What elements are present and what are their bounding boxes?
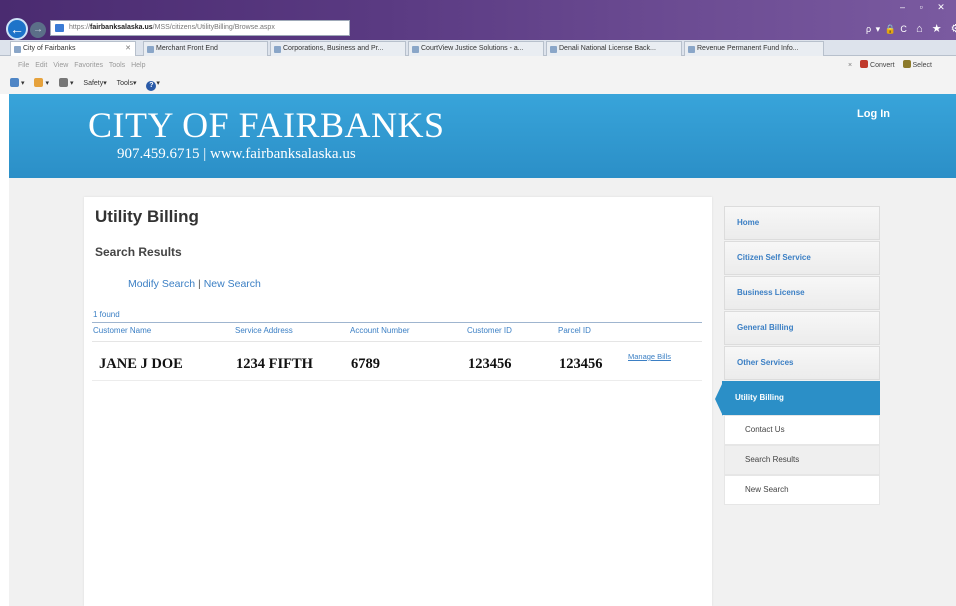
tab-courtview[interactable]: CourtView Justice Solutions - a... (408, 41, 544, 56)
column-header-customer-id[interactable]: Customer ID (467, 326, 512, 335)
tab-merchant-front-end[interactable]: Merchant Front End (143, 41, 268, 56)
cell-account-number: 6789 (351, 356, 380, 372)
select-icon (902, 60, 911, 68)
dropdown-icon[interactable]: ▾ (103, 80, 107, 87)
lock-icon (55, 24, 64, 32)
dropdown-icon[interactable]: ▾ (45, 80, 49, 87)
close-toolbar-icon[interactable]: × (848, 62, 852, 69)
column-header-account-number[interactable]: Account Number (350, 326, 410, 335)
select-button[interactable]: Select (913, 62, 932, 69)
sidebar-item-general-billing[interactable]: General Billing (724, 311, 880, 345)
tools-menu[interactable]: Tools (117, 80, 133, 87)
favicon-icon (147, 46, 154, 53)
cell-customer-name: JANE J DOE (99, 356, 183, 372)
page-title: Utility Billing (95, 207, 199, 226)
toolbar-right: × Convert Select (848, 57, 932, 75)
link-separator: | (195, 278, 204, 290)
tab-strip: City of Fairbanks ✕ Merchant Front End C… (0, 40, 956, 56)
sidebar-item-business-license[interactable]: Business License (724, 276, 880, 310)
print-icon[interactable] (58, 78, 68, 87)
table-header-rule (92, 322, 702, 323)
section-title: Search Results (95, 245, 182, 259)
forward-arrow-icon: → (33, 24, 43, 35)
sidebar-subitem-new-search[interactable]: New Search (724, 475, 880, 505)
back-arrow-icon: ← (10, 21, 24, 37)
tab-label: CourtView Justice Solutions - a... (421, 45, 524, 52)
address-path: /MSS/citizens/UtilityBilling/Browse.aspx (152, 24, 275, 31)
site-contact: 907.459.6715 | www.fairbanksalaska.us (117, 146, 356, 162)
page-left-edge (0, 94, 9, 606)
tab-label: Denali National License Back... (559, 45, 656, 52)
sidebar-item-home[interactable]: Home (724, 206, 880, 240)
back-button[interactable]: ← (6, 18, 28, 40)
menu-bar[interactable]: File Edit View Favorites Tools Help (0, 57, 956, 75)
sidebar-subitem-search-results[interactable]: Search Results (724, 445, 880, 475)
address-bar[interactable]: https://fairbanksalaska.us/MSS/citizens/… (50, 20, 350, 36)
address-host: fairbanksalaska.us (90, 24, 153, 31)
site-title[interactable]: CITY OF FAIRBANKS (88, 104, 445, 146)
tab-label: Revenue Permanent Fund Info... (697, 45, 799, 52)
column-header-parcel-id[interactable]: Parcel ID (558, 326, 591, 335)
home-page-icon[interactable] (10, 78, 19, 87)
favicon-icon (14, 46, 21, 53)
favicon-icon (550, 46, 557, 53)
command-bar: ▾ ▾ ▾ Safety▾ Tools▾ ? ▾ (0, 75, 956, 93)
manage-bills-link[interactable]: Manage Bills (628, 352, 671, 361)
cell-service-address: 1234 FIFTH (236, 356, 313, 372)
feeds-icon[interactable] (34, 78, 44, 87)
modify-search-link[interactable]: Modify Search (128, 278, 195, 290)
favicon-icon (412, 46, 419, 53)
new-search-link[interactable]: New Search (204, 278, 261, 290)
login-link[interactable]: Log In (857, 108, 890, 120)
page-body: CITY OF FAIRBANKS 907.459.6715 | www.fai… (0, 94, 956, 606)
tab-label: City of Fairbanks (23, 45, 76, 52)
address-scheme: https:// (69, 24, 91, 31)
browser-chrome: ← → https://fairbanksalaska.us/MSS/citiz… (0, 0, 956, 96)
site-header: CITY OF FAIRBANKS 907.459.6715 | www.fai… (9, 94, 956, 178)
dropdown-icon[interactable]: ▾ (70, 80, 74, 87)
convert-icon (860, 60, 869, 68)
forward-button[interactable]: → (30, 22, 46, 38)
convert-button[interactable]: Convert (870, 62, 895, 69)
browser-titlebar: ← → https://fairbanksalaska.us/MSS/citiz… (0, 0, 956, 40)
favicon-icon (274, 46, 281, 53)
search-links: Modify Search | New Search (128, 278, 261, 290)
sidebar-item-citizen-self-service[interactable]: Citizen Self Service (724, 241, 880, 275)
dropdown-icon[interactable]: ▾ (133, 80, 137, 87)
tab-revenue-permanent-fund[interactable]: Revenue Permanent Fund Info... (684, 41, 824, 56)
sidebar-item-other-services[interactable]: Other Services (724, 346, 880, 380)
tab-close-icon[interactable]: ✕ (125, 42, 131, 55)
cell-parcel-id: 123456 (559, 356, 603, 372)
dropdown-icon[interactable]: ▾ (156, 80, 160, 87)
safety-menu[interactable]: Safety (83, 80, 103, 87)
favicon-icon (688, 46, 695, 53)
tab-corporations[interactable]: Corporations, Business and Pr... (270, 41, 406, 56)
help-icon[interactable]: ? (146, 81, 157, 91)
tab-label: Merchant Front End (156, 45, 218, 52)
tab-city-of-fairbanks[interactable]: City of Fairbanks ✕ (10, 41, 136, 56)
table-row: JANE J DOE 1234 FIFTH 6789 123456 123456… (92, 341, 702, 381)
tab-denali-national[interactable]: Denali National License Back... (546, 41, 682, 56)
sidebar-item-utility-billing[interactable]: Utility Billing (715, 381, 880, 416)
home-favorites-settings-icons[interactable]: ⌂ ★ ⚙ (916, 22, 956, 35)
sidebar-subitem-contact-us[interactable]: Contact Us (724, 415, 880, 445)
cell-customer-id: 123456 (468, 356, 512, 372)
column-header-customer-name[interactable]: Customer Name (93, 326, 151, 335)
window-controls[interactable]: – ▫ ✕ (900, 2, 951, 13)
column-header-service-address[interactable]: Service Address (235, 326, 293, 335)
results-count: 1 found (93, 310, 120, 319)
main-content: Utility Billing Search Results Modify Se… (84, 197, 712, 606)
dropdown-icon[interactable]: ▾ (21, 80, 25, 87)
tab-label: Corporations, Business and Pr... (283, 45, 384, 52)
address-controls[interactable]: ρ ▾ 🔒 C (866, 24, 908, 35)
